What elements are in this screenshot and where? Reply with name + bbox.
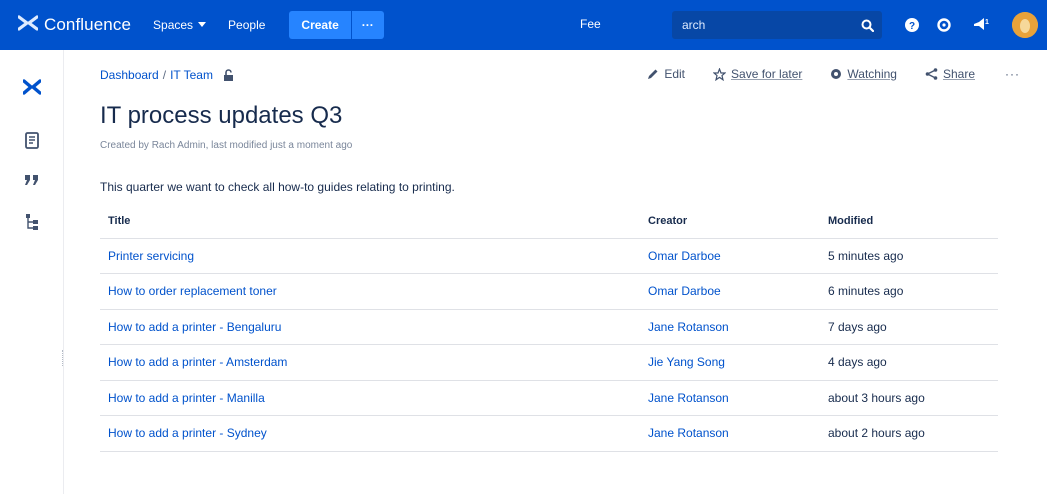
modified-time: 7 days ago <box>820 309 998 345</box>
page-intro-text: This quarter we want to check all how-to… <box>100 180 455 194</box>
modified-time: 5 minutes ago <box>820 238 998 274</box>
unlock-icon[interactable] <box>223 68 235 82</box>
edit-button[interactable]: Edit <box>647 67 685 81</box>
creator-link[interactable]: Jane Rotanson <box>640 380 820 416</box>
page-tree-icon[interactable] <box>22 212 42 232</box>
watching-label: Watching <box>847 67 897 81</box>
create-button-group: Create ··· <box>289 11 384 39</box>
save-for-later-label: Save for later <box>731 67 803 81</box>
column-header-creator[interactable]: Creator <box>640 204 820 239</box>
top-navigation-bar: Confluence Spaces People Create ··· Fee … <box>0 0 1047 50</box>
creator-link[interactable]: Jane Rotanson <box>640 415 820 452</box>
breadcrumb-space[interactable]: IT Team <box>170 68 213 82</box>
table-header-row: Title Creator Modified <box>100 204 998 239</box>
feedback-link[interactable]: Fee <box>580 17 601 31</box>
share-button[interactable]: Share <box>925 67 975 81</box>
chevron-down-icon <box>198 20 207 30</box>
table-row: Printer servicing Omar Darboe 5 minutes … <box>100 238 998 274</box>
confluence-logo[interactable]: Confluence <box>17 14 132 36</box>
breadcrumb-dashboard[interactable]: Dashboard <box>100 68 159 82</box>
more-actions-button[interactable]: ··· <box>1005 67 1020 81</box>
page-title-link[interactable]: How to order replacement toner <box>100 273 640 310</box>
search-input[interactable]: arch <box>682 18 852 32</box>
confluence-logo-icon[interactable] <box>22 77 42 97</box>
avatar[interactable] <box>1012 12 1038 38</box>
spaces-label: Spaces <box>153 18 194 32</box>
page-title-link[interactable]: How to add a printer - Amsterdam <box>100 344 640 381</box>
save-for-later-button[interactable]: Save for later <box>713 67 802 81</box>
creator-link[interactable]: Jane Rotanson <box>640 309 820 345</box>
column-header-modified[interactable]: Modified <box>820 204 998 239</box>
notification-icon[interactable]: 1 <box>970 13 994 37</box>
modified-time: 6 minutes ago <box>820 273 998 310</box>
page-title-link[interactable]: How to add a printer - Bengaluru <box>100 309 640 345</box>
confluence-logo-icon <box>17 14 39 36</box>
search-icon[interactable] <box>852 19 882 32</box>
creator-link[interactable]: Jie Yang Song <box>640 344 820 381</box>
modified-time: about 2 hours ago <box>820 415 998 452</box>
table-row: How to add a printer - Bengaluru Jane Ro… <box>100 309 998 345</box>
gear-icon[interactable] <box>932 13 956 37</box>
watching-button[interactable]: Watching <box>830 67 897 81</box>
create-more-button[interactable]: ··· <box>350 11 384 39</box>
search-box[interactable]: arch <box>672 11 882 39</box>
modified-time: about 3 hours ago <box>820 380 998 416</box>
modified-time: 4 days ago <box>820 344 998 381</box>
page-title: IT process updates Q3 <box>100 102 343 129</box>
blog-quote-icon[interactable] <box>22 170 42 190</box>
star-icon <box>713 67 727 81</box>
app-name: Confluence <box>44 15 132 34</box>
column-header-title[interactable]: Title <box>100 204 640 239</box>
create-button[interactable]: Create <box>289 11 351 39</box>
pencil-icon <box>648 69 658 79</box>
page-title-link[interactable]: How to add a printer - Sydney <box>100 415 640 452</box>
share-icon <box>925 68 938 80</box>
page-byline: Created by Rach Admin, last modified jus… <box>100 140 353 151</box>
table-row: How to add a printer - Sydney Jane Rotan… <box>100 415 998 452</box>
table-row: How to order replacement toner Omar Darb… <box>100 273 998 310</box>
svg-text:?: ? <box>909 21 915 32</box>
page-title-link[interactable]: Printer servicing <box>100 238 640 274</box>
help-icon[interactable]: ? <box>900 13 924 37</box>
creator-link[interactable]: Omar Darboe <box>640 238 820 274</box>
sidebar <box>0 50 64 494</box>
table-row: How to add a printer - Manilla Jane Rota… <box>100 380 998 416</box>
svg-text:1: 1 <box>985 19 989 26</box>
page-actions: Edit Save for later Watching Share ··· <box>619 67 1020 81</box>
eye-icon <box>831 69 842 79</box>
pages-table: Title Creator Modified Printer servicing… <box>100 204 998 452</box>
page-title-link[interactable]: How to add a printer - Manilla <box>100 380 640 416</box>
share-label: Share <box>942 67 975 81</box>
people-link[interactable]: People <box>228 18 265 32</box>
edit-label: Edit <box>664 67 686 81</box>
sidebar-resize-handle[interactable] <box>62 350 65 366</box>
table-row: How to add a printer - Amsterdam Jie Yan… <box>100 344 998 381</box>
spaces-menu[interactable]: Spaces <box>153 18 207 32</box>
creator-link[interactable]: Omar Darboe <box>640 273 820 310</box>
pages-icon[interactable] <box>22 130 42 150</box>
breadcrumb-separator: / <box>162 68 167 82</box>
breadcrumb: Dashboard / IT Team <box>100 68 235 82</box>
